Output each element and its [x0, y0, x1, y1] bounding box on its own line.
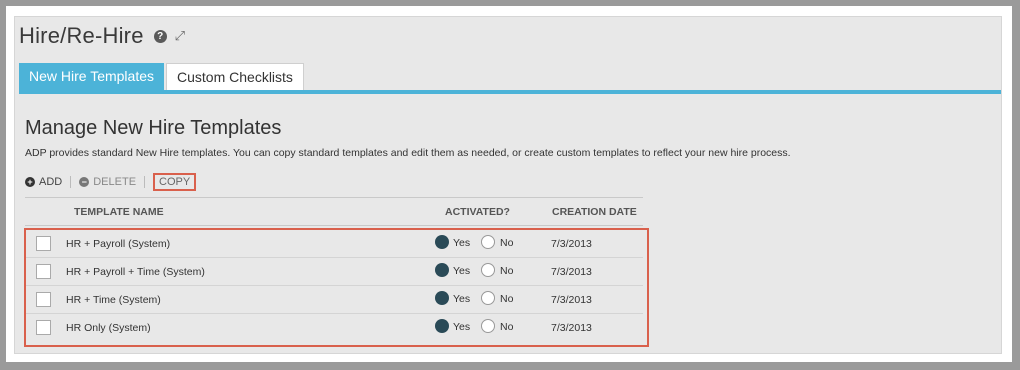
creation-date: 7/3/2013: [551, 294, 592, 306]
radio-no-label: No: [500, 293, 514, 305]
table-row: HR + Payroll (System) Yes No 7/3/2013: [26, 230, 643, 258]
radio-yes-label: Yes: [453, 265, 471, 277]
creation-date: 7/3/2013: [551, 238, 592, 250]
template-name: HR + Payroll (System): [66, 238, 171, 250]
table-row: HR + Time (System) Yes No 7/3/2013: [26, 286, 643, 314]
radio-yes[interactable]: [435, 291, 449, 305]
add-label: ADD: [39, 176, 63, 188]
tab-bar: New Hire Templates Custom Checklists: [19, 63, 304, 90]
copy-label: COPY: [159, 176, 191, 188]
radio-no[interactable]: [481, 235, 495, 249]
row-checkbox[interactable]: [36, 320, 51, 335]
template-name: HR + Payroll + Time (System): [66, 266, 205, 278]
template-name: HR Only (System): [66, 322, 151, 334]
main-panel: Hire/Re-Hire ? ⤢ New Hire Templates Cust…: [14, 16, 1002, 354]
section-title: Manage New Hire Templates: [25, 117, 282, 139]
tab-custom-checklists[interactable]: Custom Checklists: [166, 63, 304, 90]
table-header: TEMPLATE NAME ACTIVATED? CREATION DATE: [25, 197, 643, 226]
column-header-creation-date[interactable]: CREATION DATE: [552, 206, 637, 218]
add-button[interactable]: + ADD: [25, 176, 62, 188]
radio-no-label: No: [500, 265, 514, 277]
radio-no-label: No: [500, 237, 514, 249]
row-checkbox[interactable]: [36, 292, 51, 307]
row-checkbox[interactable]: [36, 264, 51, 279]
row-checkbox[interactable]: [36, 236, 51, 251]
tab-new-hire-templates[interactable]: New Hire Templates: [19, 63, 165, 90]
creation-date: 7/3/2013: [551, 322, 592, 334]
column-header-template-name[interactable]: TEMPLATE NAME: [74, 206, 164, 218]
expand-arrows-icon[interactable]: ⤢: [175, 28, 185, 44]
column-header-activated[interactable]: ACTIVATED?: [445, 206, 510, 218]
section-description: ADP provides standard New Hire templates…: [25, 147, 791, 159]
template-name: HR + Time (System): [66, 294, 161, 306]
plus-circle-icon: +: [25, 177, 35, 187]
radio-no[interactable]: [481, 263, 495, 277]
minus-circle-icon: −: [79, 177, 90, 187]
title-row: Hire/Re-Hire ? ⤢: [19, 23, 185, 49]
radio-yes-label: Yes: [453, 321, 471, 333]
radio-yes[interactable]: [435, 319, 449, 333]
delete-label: DELETE: [93, 176, 137, 188]
creation-date: 7/3/2013: [551, 266, 592, 278]
question-circle-icon[interactable]: ?: [153, 29, 167, 43]
radio-no[interactable]: [481, 291, 495, 305]
delete-button[interactable]: − DELETE: [79, 176, 136, 188]
radio-yes-label: Yes: [453, 293, 471, 305]
radio-yes[interactable]: [435, 235, 449, 249]
radio-yes[interactable]: [435, 263, 449, 277]
templates-table: HR + Payroll (System) Yes No 7/3/2013 HR…: [24, 228, 649, 347]
radio-no[interactable]: [481, 319, 495, 333]
toolbar: + ADD − DELETE COPY: [25, 173, 197, 191]
copy-button[interactable]: COPY: [153, 173, 197, 191]
toolbar-divider: [144, 176, 146, 188]
tab-underline: [19, 90, 1001, 94]
table-row: HR Only (System) Yes No 7/3/2013: [26, 314, 643, 341]
window-frame: Hire/Re-Hire ? ⤢ New Hire Templates Cust…: [6, 6, 1012, 362]
table-row: HR + Payroll + Time (System) Yes No 7/3/…: [26, 258, 643, 286]
toolbar-divider: [70, 176, 72, 188]
radio-yes-label: Yes: [453, 237, 471, 249]
page-title: Hire/Re-Hire: [19, 23, 144, 48]
radio-no-label: No: [500, 321, 514, 333]
